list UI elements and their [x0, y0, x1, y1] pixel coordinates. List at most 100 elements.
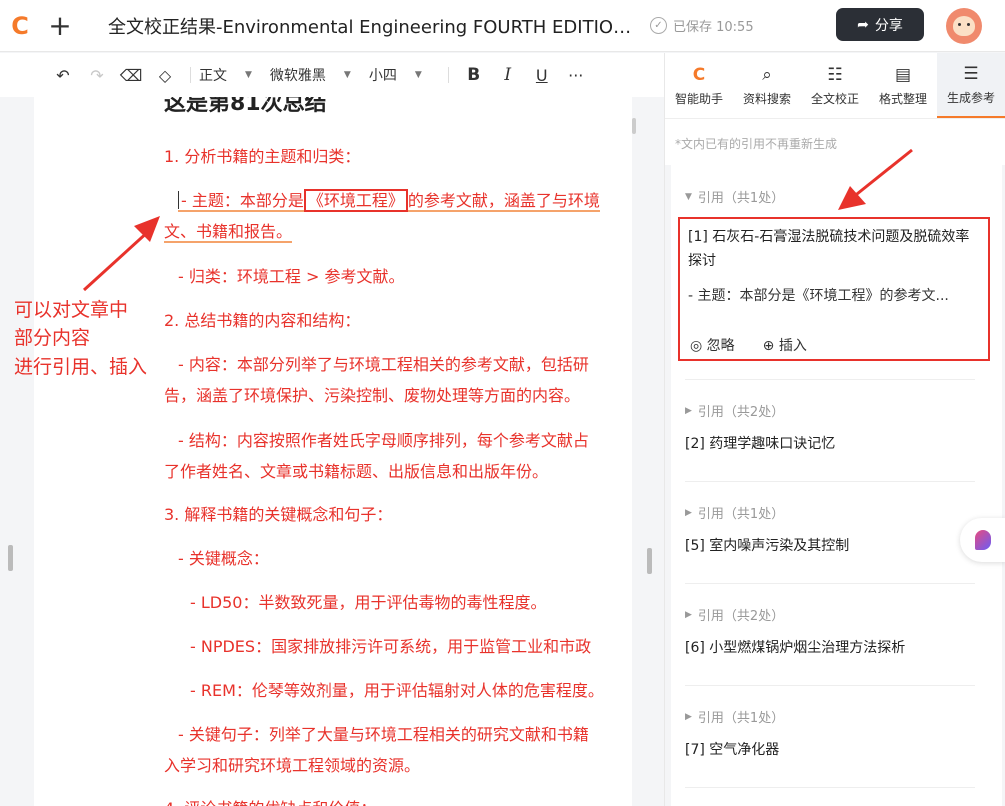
reference-count-label: ▶ 引用（共2处） — [685, 605, 981, 624]
underline-button[interactable]: U — [525, 66, 559, 85]
tab-proofread[interactable]: ☷ 全文校正 — [801, 53, 869, 118]
new-document-button[interactable]: + — [40, 9, 80, 42]
reference-title[interactable]: [6] 小型燃煤锅炉烟尘治理方法探析 — [685, 636, 981, 660]
more-options-button[interactable]: ··· — [559, 66, 593, 85]
annotation-text-1: 可以对文章中 — [14, 299, 129, 321]
paragraph-line: 告，涵盖了环境保护、污染控制、废物处理等方面的内容。 — [164, 386, 581, 405]
paragraph-line: - REM：伦琴等效剂量，用于评估辐射对人体的危害程度。 — [190, 681, 604, 700]
share-button-label: 分享 — [874, 17, 903, 34]
tab-label: 智能助手 — [674, 91, 723, 106]
annotation-text-3: 进行引用、插入 — [14, 356, 148, 378]
assistant-icon: C — [692, 64, 706, 85]
check-circle-icon: ✓ — [650, 17, 667, 34]
document-heading: 这是第81次总结 — [164, 97, 327, 116]
selected-text: 文、书籍和报告。 — [164, 222, 293, 243]
paragraph-style-select[interactable]: 正文 ▼ — [199, 65, 252, 85]
ref-count-text: 引用（共1处） — [697, 191, 785, 206]
document-title[interactable]: 全文校正结果-Environmental Engineering FOURTH … — [108, 13, 638, 39]
triangle-right-icon: ▶ — [685, 507, 692, 518]
reference-list-wrap: ▼ 引用（共1处） [1] 石灰石-石膏湿法脱硫技术问题及脱硫效率探讨 - 主题：… — [665, 165, 1005, 806]
eye-off-icon: ◎ — [690, 338, 703, 354]
reference-group-label[interactable]: ▼ 引用（共1处） — [685, 187, 981, 206]
ref-count-text: 引用（共2处） — [697, 609, 785, 624]
share-icon: ➦ — [857, 16, 869, 33]
format-toolbar: ↶ ↷ ⌫ ◇ 正文 ▼ 微软雅黑 ▼ 小四 ▼ B I U ··· — [0, 53, 664, 97]
reference-list[interactable]: ▼ 引用（共1处） [1] 石灰石-石膏湿法脱硫技术问题及脱硫效率探讨 - 主题：… — [671, 165, 1002, 806]
reference-title[interactable]: [1] 石灰石-石膏湿法脱硫技术问题及脱硫效率探讨 — [688, 225, 980, 273]
tab-label: 资料搜索 — [742, 91, 791, 106]
triangle-right-icon: ▶ — [685, 405, 692, 416]
format-icon: ▤ — [894, 64, 912, 85]
paragraph-line: 文、书籍和报告。 — [164, 218, 293, 243]
share-button[interactable]: ➦ 分享 — [836, 8, 924, 41]
tab-generate-reference[interactable]: ☰ 生成参考 — [937, 53, 1005, 118]
text-run: 的参考文献，涵盖了与环境 — [407, 191, 600, 210]
app-logo-icon[interactable]: C — [0, 12, 40, 40]
triangle-right-icon: ▶ — [685, 711, 692, 722]
reference-item[interactable]: ▶ 引用（共1处） [5] 室内噪声污染及其控制 — [685, 503, 981, 558]
paragraph-line: - 关键句子：列举了大量与环境工程相关的研究文献和书籍 — [178, 725, 589, 744]
bold-button[interactable]: B — [457, 65, 491, 85]
format-painter-icon[interactable]: ⌫ — [114, 66, 148, 85]
left-resize-handle[interactable] — [8, 545, 13, 571]
paragraph-line: - 内容：本部分列举了与环境工程相关的参考文献，包括研 — [178, 355, 589, 374]
annotation-text-2: 部分内容 — [14, 327, 91, 349]
italic-button[interactable]: I — [491, 65, 525, 85]
reference-icon: ☰ — [963, 63, 979, 84]
paragraph-line: - 关键概念： — [178, 549, 269, 568]
tab-search[interactable]: ⌕ 资料搜索 — [733, 53, 801, 118]
reference-excerpt: - 主题：本部分是《环境工程》的参考文... — [688, 288, 949, 304]
paragraph-style-value: 正文 — [199, 68, 227, 84]
chevron-down-icon: ▼ — [414, 70, 422, 80]
paragraph-line: 2. 总结书籍的内容和结构： — [164, 311, 361, 330]
clear-format-icon[interactable]: ◇ — [148, 66, 182, 85]
search-icon: ⌕ — [762, 64, 772, 85]
text-run: - 主题：本部分是 — [181, 191, 304, 210]
chevron-down-icon: ▼ — [245, 70, 252, 80]
side-panel: C 智能助手 ⌕ 资料搜索 ☷ 全文校正 ▤ 格式整理 ☰ 生成参考 *文内已有… — [664, 53, 1005, 806]
reference-count-label: ▼ 引用（共1处） — [685, 187, 981, 206]
highlighted-book-title: 《环境工程》 — [303, 189, 408, 212]
paragraph-line: - 结构：内容按照作者姓氏字母顺序排列，每个参考文献占 — [178, 431, 589, 450]
paragraph-line: - NPDES：国家排放排污许可系统，用于监管工业和市政 — [190, 637, 592, 656]
ref-count-text: 引用（共1处） — [697, 507, 785, 522]
undo-icon[interactable]: ↶ — [46, 66, 80, 85]
reference-item[interactable]: ▶ 引用（共1处） [7] 空气净化器 — [685, 707, 981, 762]
avatar-face-icon — [953, 16, 975, 36]
reference-item[interactable]: ▶ 引用（共2处） [2] 药理学趣味口诀记忆 — [685, 401, 981, 456]
chevron-down-icon: ▼ — [343, 70, 351, 80]
reference-title[interactable]: [5] 室内噪声污染及其控制 — [685, 534, 981, 558]
tab-label: 生成参考 — [946, 90, 995, 105]
reference-item[interactable]: ▶ 引用（共2处） [6] 小型燃煤锅炉烟尘治理方法探析 — [685, 605, 981, 660]
font-size-select[interactable]: 小四 ▼ — [369, 65, 422, 85]
ignore-button[interactable]: ◎ 忽略 — [690, 335, 735, 355]
document-content[interactable]: 这是第81次总结 1. 分析书籍的主题和归类： - 主题：本部分是 《环境工程》的… — [164, 97, 632, 806]
paragraph-line: - 主题：本部分是 《环境工程》 的参考文献，涵盖了与环境 — [178, 187, 600, 212]
tab-format[interactable]: ▤ 格式整理 — [869, 53, 937, 118]
ref-count-text: 引用（共2处） — [697, 405, 785, 420]
selected-text: - 主题：本部分是 《环境工程》 的参考文献，涵盖了与环境 — [178, 189, 600, 212]
tab-assistant[interactable]: C 智能助手 — [665, 53, 733, 118]
divider — [685, 787, 975, 788]
insert-button[interactable]: ⊕ 插入 — [763, 335, 807, 355]
reference-title[interactable]: [7] 空气净化器 — [685, 738, 981, 762]
reference-title[interactable]: [2] 药理学趣味口诀记忆 — [685, 432, 981, 456]
proofread-icon: ☷ — [827, 64, 843, 85]
divider — [685, 583, 975, 584]
reference-card-selected[interactable]: [1] 石灰石-石膏湿法脱硫技术问题及脱硫效率探讨 - 主题：本部分是《环境工程… — [678, 217, 990, 361]
divider — [685, 685, 975, 686]
floating-app-button[interactable] — [960, 518, 1005, 562]
top-bar: C + 全文校正结果-Environmental Engineering FOU… — [0, 0, 1005, 52]
paragraph-line: 4. 评论书籍的优缺点和价值： — [164, 795, 376, 806]
avatar[interactable] — [946, 8, 982, 44]
editor-scrollbar[interactable] — [632, 118, 636, 134]
save-status-text: 已保存 10:55 — [673, 20, 754, 35]
redo-icon[interactable]: ↷ — [80, 66, 114, 85]
font-family-select[interactable]: 微软雅黑 ▼ — [270, 65, 351, 85]
tab-label: 全文校正 — [810, 91, 859, 106]
paragraph-line: - 归类：环境工程 > 参考文献。 — [178, 267, 405, 286]
panel-resize-handle[interactable] — [647, 548, 652, 574]
font-size-value: 小四 — [368, 68, 397, 84]
triangle-right-icon: ▶ — [685, 609, 692, 620]
paragraph-line: - LD50：半数致死量，用于评估毒物的毒性程度。 — [190, 593, 547, 612]
